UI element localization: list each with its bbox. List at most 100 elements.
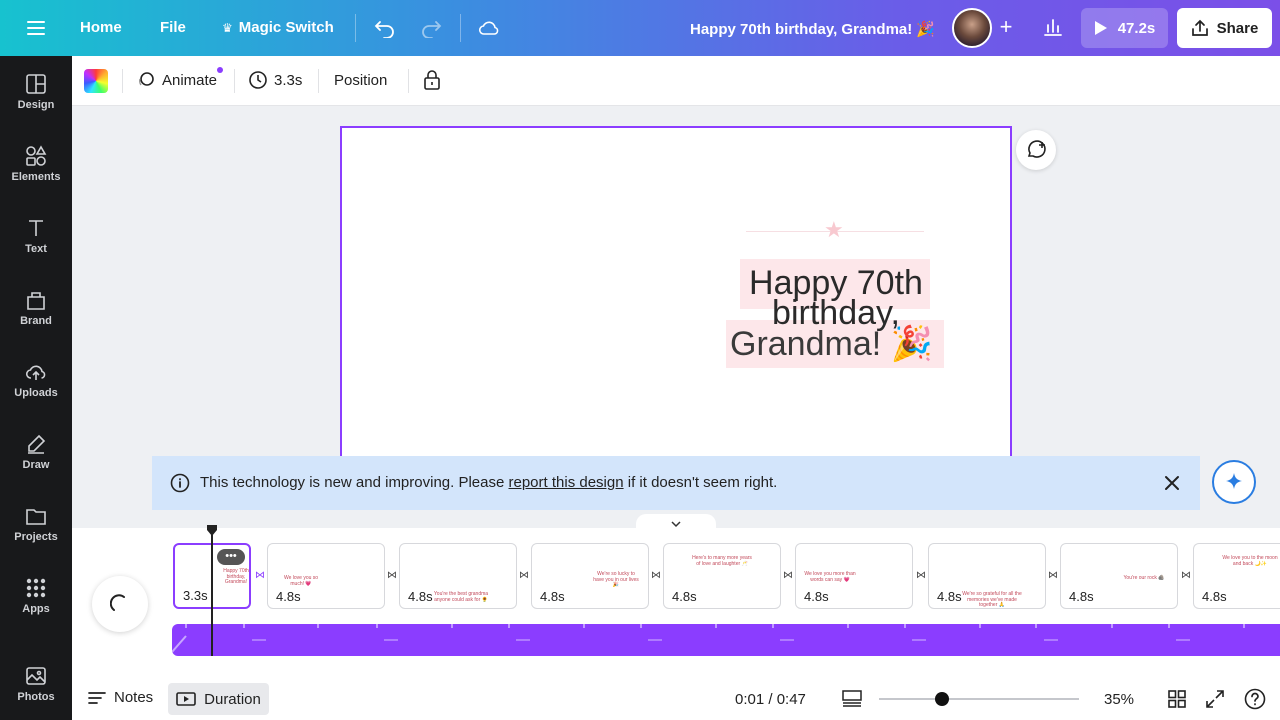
position-button[interactable]: Position (334, 72, 387, 89)
add-collaborator-button[interactable]: + (994, 16, 1018, 40)
report-design-link[interactable]: report this design (509, 474, 624, 491)
clip-duration: 4.8s (408, 589, 433, 604)
transition-icon[interactable]: ⋈ (781, 569, 795, 583)
timing-label: 3.3s (274, 71, 303, 89)
redo-icon[interactable] (420, 18, 442, 43)
playhead[interactable] (211, 528, 213, 656)
timeline-clip[interactable]: We love you so much! 💗 4.8s (267, 543, 385, 609)
context-toolbar: Animate 3.3s Position (72, 56, 1280, 106)
sidebar-item-brand[interactable]: Brand (0, 276, 72, 340)
zoom-slider[interactable] (879, 692, 1079, 706)
transition-icon[interactable]: ⋈ (914, 569, 928, 583)
sidebar-item-text[interactable]: Text (0, 204, 72, 268)
zoom-slider-handle[interactable] (935, 692, 949, 706)
animate-label: Animate (162, 71, 218, 89)
duration-label: Duration (204, 690, 261, 708)
sidebar-item-design[interactable]: Design (0, 60, 72, 124)
clip-duration: 3.3s (183, 588, 208, 603)
duration-button[interactable]: Duration (168, 683, 269, 715)
timeline-clip[interactable]: You're our rock 🪨 4.8s (1060, 543, 1178, 609)
divider (408, 69, 409, 93)
color-picker-swatch[interactable] (84, 69, 108, 93)
crown-icon: ♛ (222, 20, 233, 35)
timeline-clip[interactable]: Here's to many more years of love and la… (663, 543, 781, 609)
magic-switch-button[interactable]: ♛ Magic Switch (222, 19, 334, 36)
add-comment-button[interactable] (1016, 130, 1056, 170)
transition-icon[interactable]: ⋈ (385, 569, 399, 583)
playback-time: 0:01 / 0:47 (735, 691, 806, 708)
animate-icon (139, 72, 154, 86)
sidebar-item-label: Apps (22, 603, 50, 615)
lock-icon[interactable] (422, 69, 442, 95)
design-page[interactable]: ★ Happy 70th birthday, Grandma! 🎉 (340, 126, 1012, 466)
audio-track[interactable] (172, 624, 1280, 656)
insights-icon[interactable] (1042, 16, 1064, 43)
notes-label: Notes (114, 689, 154, 706)
magic-assistant-button[interactable] (1212, 460, 1256, 504)
sidebar-item-label: Photos (17, 691, 55, 703)
help-icon[interactable] (1244, 688, 1266, 714)
sidebar-item-label: Projects (14, 531, 58, 543)
clip-preview-text: We love you to the moon and back 🌙✨ (1222, 555, 1278, 567)
present-duration: 47.2s (1117, 19, 1156, 37)
transition-icon[interactable]: ⋈ (1046, 569, 1060, 583)
timeline-clip[interactable]: You're the best grandma anyone could ask… (399, 543, 517, 609)
transition-icon[interactable]: ⋈ (253, 569, 267, 583)
transition-icon[interactable]: ⋈ (1179, 569, 1193, 583)
timeline-clip[interactable]: We're so grateful for all the memories w… (928, 543, 1046, 609)
more-options-button[interactable]: ••• (217, 549, 245, 565)
sidebar-item-uploads[interactable]: Uploads (0, 348, 72, 412)
audio-track-markers (172, 624, 1245, 653)
transition-icon[interactable]: ⋈ (649, 569, 663, 583)
sidebar-item-draw[interactable]: Draw (0, 420, 72, 484)
home-button[interactable]: Home (80, 19, 122, 36)
title-line-3: Grandma! 🎉 (730, 325, 933, 363)
comment-add-icon (1027, 140, 1046, 158)
animate-button[interactable]: Animate (136, 70, 217, 90)
clip-preview-text: We're so lucky to have you in our lives … (593, 571, 639, 588)
design-icon (26, 74, 46, 94)
timeline-clip[interactable]: We love you to the moon and back 🌙✨ 4.8s (1193, 543, 1280, 609)
page-view-icon[interactable] (842, 690, 862, 712)
file-button[interactable]: File (160, 19, 186, 36)
play-icon (1094, 21, 1107, 35)
divider (122, 69, 123, 93)
timeline-clip[interactable]: We love you more than words can say 💗 4.… (795, 543, 913, 609)
sidebar-item-label: Brand (20, 315, 52, 327)
banner-message: This technology is new and improving. Pl… (200, 474, 777, 491)
fullscreen-icon[interactable] (1206, 690, 1224, 712)
play-button[interactable] (92, 576, 148, 632)
clip-duration: 4.8s (1202, 589, 1227, 604)
design-title[interactable]: Happy 70th birthday, Grandma! 🎉 (690, 20, 935, 38)
apps-icon (26, 578, 46, 598)
playhead-handle-icon[interactable] (205, 524, 219, 536)
banner-text: if it doesn't seem right. (623, 474, 778, 491)
uploads-icon (25, 365, 46, 380)
grid-view-icon[interactable] (1168, 690, 1186, 712)
sidebar-item-projects[interactable]: Projects (0, 492, 72, 556)
text-icon (29, 220, 43, 236)
video-icon (176, 692, 196, 706)
share-button[interactable]: Share (1177, 8, 1272, 48)
transition-icon[interactable]: ⋈ (517, 569, 531, 583)
sidebar-item-apps[interactable]: Apps (0, 564, 72, 628)
avatar[interactable] (952, 8, 992, 48)
zoom-level[interactable]: 35% (1104, 691, 1134, 708)
present-button[interactable]: 47.2s (1081, 8, 1168, 48)
sidebar-item-photos[interactable]: Photos (0, 652, 72, 716)
timing-button[interactable]: 3.3s (248, 70, 302, 90)
top-bar: Home File ♛ Magic Switch Happy 70th birt… (0, 0, 1280, 56)
clip-preview-text: We're so grateful for all the memories w… (962, 591, 1022, 608)
notes-button[interactable]: Notes (88, 689, 153, 706)
share-label: Share (1216, 19, 1259, 37)
clip-duration: 4.8s (937, 589, 962, 604)
undo-icon[interactable] (374, 18, 396, 43)
sidebar-item-elements[interactable]: Elements (0, 132, 72, 196)
close-icon[interactable] (1162, 473, 1182, 497)
magic-switch-label: Magic Switch (238, 19, 334, 36)
cloud-save-icon[interactable] (478, 18, 500, 43)
hamburger-icon[interactable] (26, 18, 46, 38)
clip-preview-text: Here's to many more years of love and la… (692, 555, 752, 567)
timeline-clip[interactable]: We're so lucky to have you in our lives … (531, 543, 649, 609)
photos-icon (26, 667, 46, 685)
